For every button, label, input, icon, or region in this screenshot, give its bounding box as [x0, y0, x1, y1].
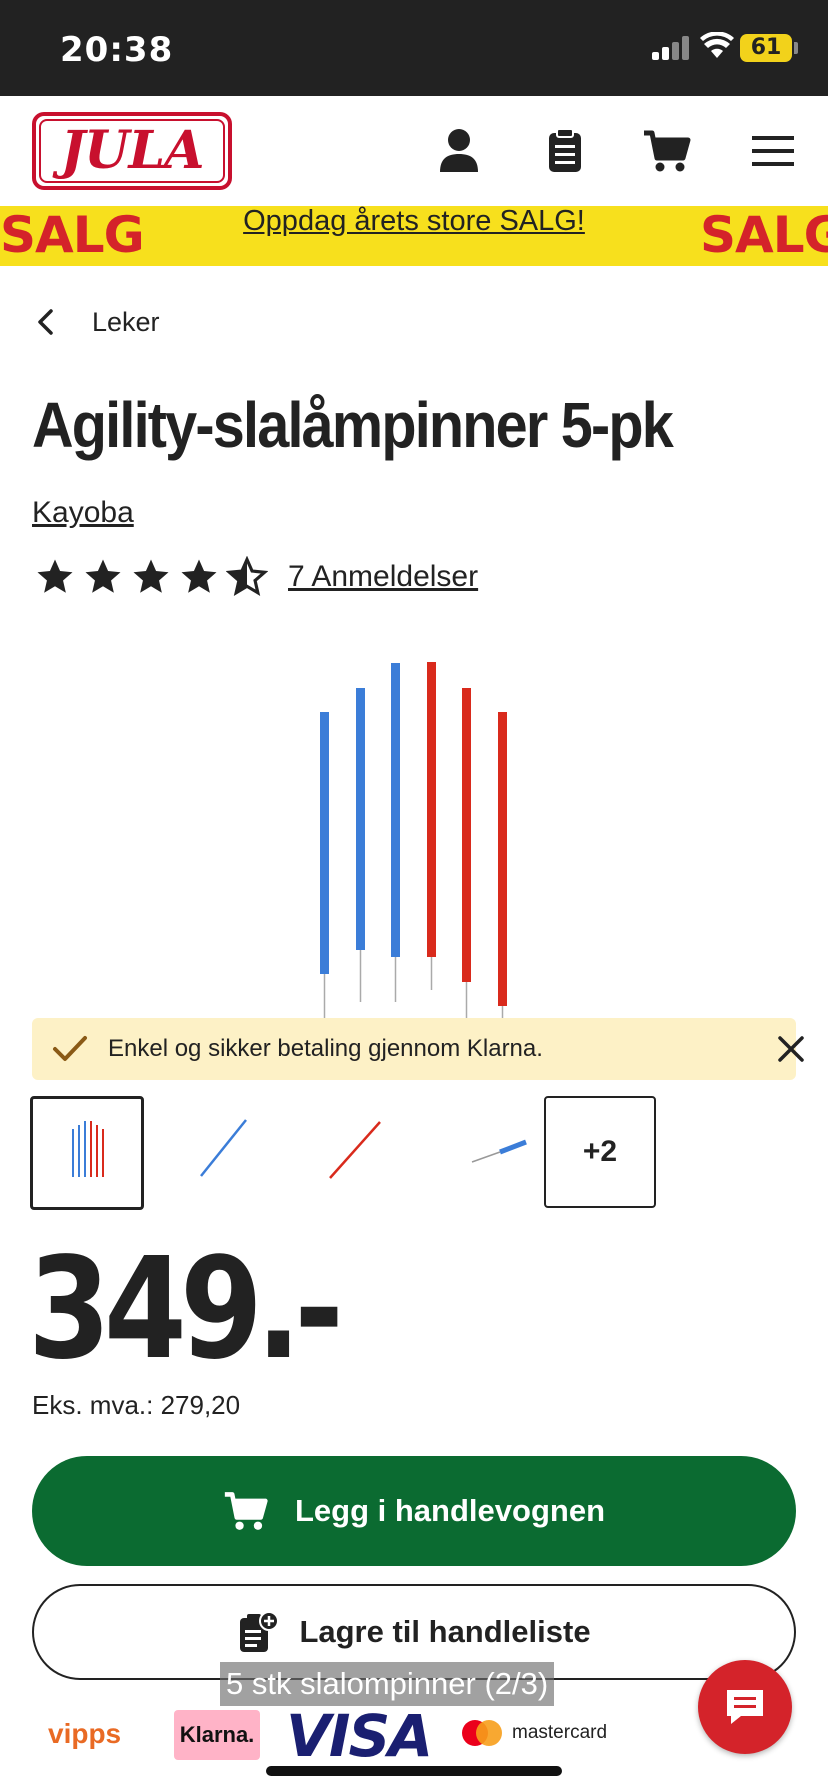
pole-blue-2	[356, 688, 365, 1002]
pole-red-2	[462, 688, 471, 1020]
checkmark-icon	[53, 1036, 87, 1061]
site-header: JULA	[0, 96, 828, 206]
breadcrumb-label[interactable]: Leker	[92, 307, 160, 338]
klarna-notice-text: Enkel og sikker betaling gjennom Klarna.	[108, 1035, 543, 1062]
thumbnail-3[interactable]	[302, 1096, 416, 1210]
menu-icon[interactable]	[748, 126, 798, 176]
mastercard-icon	[462, 1720, 502, 1746]
cart-icon[interactable]	[642, 126, 692, 176]
wifi-icon	[700, 32, 734, 58]
product-title: Agility-slalåmpinner 5-pk	[32, 389, 674, 461]
visa-logo: VISA	[286, 1702, 433, 1770]
pole-blue-3	[391, 663, 400, 1002]
jula-logo[interactable]: JULA	[32, 112, 232, 190]
cellular-signal-icon	[652, 36, 692, 60]
sale-text-right: SALG	[700, 206, 828, 264]
price-excl-vat: Eks. mva.: 279,20	[32, 1390, 241, 1420]
sale-banner[interactable]: SALG Oppdag årets store SALG! SALG	[0, 206, 828, 266]
thumbnail-1[interactable]	[30, 1096, 144, 1210]
thumbnail-2[interactable]	[166, 1096, 280, 1210]
battery-indicator: 61	[740, 34, 792, 62]
half-star-icon	[226, 556, 268, 596]
klarna-notice: Enkel og sikker betaling gjennom Klarna.	[32, 1018, 804, 1080]
home-indicator[interactable]	[266, 1766, 562, 1776]
status-time: 20:38	[60, 30, 174, 70]
thumbnail-4[interactable]	[438, 1096, 552, 1210]
thumbnail-blue-pole-icon	[200, 1119, 247, 1177]
logo-text: JULA	[60, 120, 205, 181]
star-icon	[37, 559, 73, 593]
reviews-link[interactable]: 7 Anmeldelser	[288, 560, 478, 594]
account-icon[interactable]	[434, 126, 484, 176]
cart-icon	[224, 1492, 268, 1530]
rating-row[interactable]: 7 Anmeldelser	[34, 556, 478, 598]
save-to-list-label: Lagre til handleliste	[299, 1614, 591, 1649]
price: 349.-	[28, 1228, 344, 1391]
breadcrumb[interactable]: Leker	[32, 300, 160, 344]
vipps-logo: vipps	[48, 1718, 122, 1749]
shopping-list-icon[interactable]	[540, 126, 590, 176]
mastercard-label: mastercard	[512, 1722, 608, 1743]
thumbnail-more[interactable]: +2	[544, 1096, 656, 1208]
payment-methods: vipps Klarna. VISA mastercard	[0, 1702, 828, 1770]
image-caption: 5 stk slalompinner (2/3)	[220, 1662, 555, 1706]
pole-red-3	[498, 712, 507, 1020]
star-icon	[85, 559, 121, 593]
add-to-cart-button[interactable]: Legg i handlevognen	[32, 1456, 796, 1566]
status-bar: 20:38 61	[0, 0, 828, 96]
star-icon	[133, 559, 169, 593]
pole-blue-1	[320, 712, 329, 1020]
star-icon	[181, 559, 217, 593]
product-page: 20:38 61 JULA SALG Oppdag årets store SA…	[0, 0, 828, 1792]
brand-link[interactable]: Kayoba	[32, 496, 134, 530]
close-icon[interactable]	[776, 1034, 806, 1064]
thumbnail-red-pole-icon	[329, 1121, 381, 1179]
chevron-left-icon	[38, 309, 53, 335]
add-to-cart-label: Legg i handlevognen	[294, 1493, 605, 1528]
pole-red-1	[427, 662, 436, 990]
add-to-list-icon	[240, 1611, 280, 1652]
battery-nub	[794, 42, 798, 54]
klarna-logo: Klarna.	[174, 1710, 260, 1760]
thumbnail-poles-icon	[72, 1121, 104, 1177]
product-image[interactable]	[300, 650, 540, 1020]
thumbnail-pole-tip-icon	[471, 1139, 527, 1163]
